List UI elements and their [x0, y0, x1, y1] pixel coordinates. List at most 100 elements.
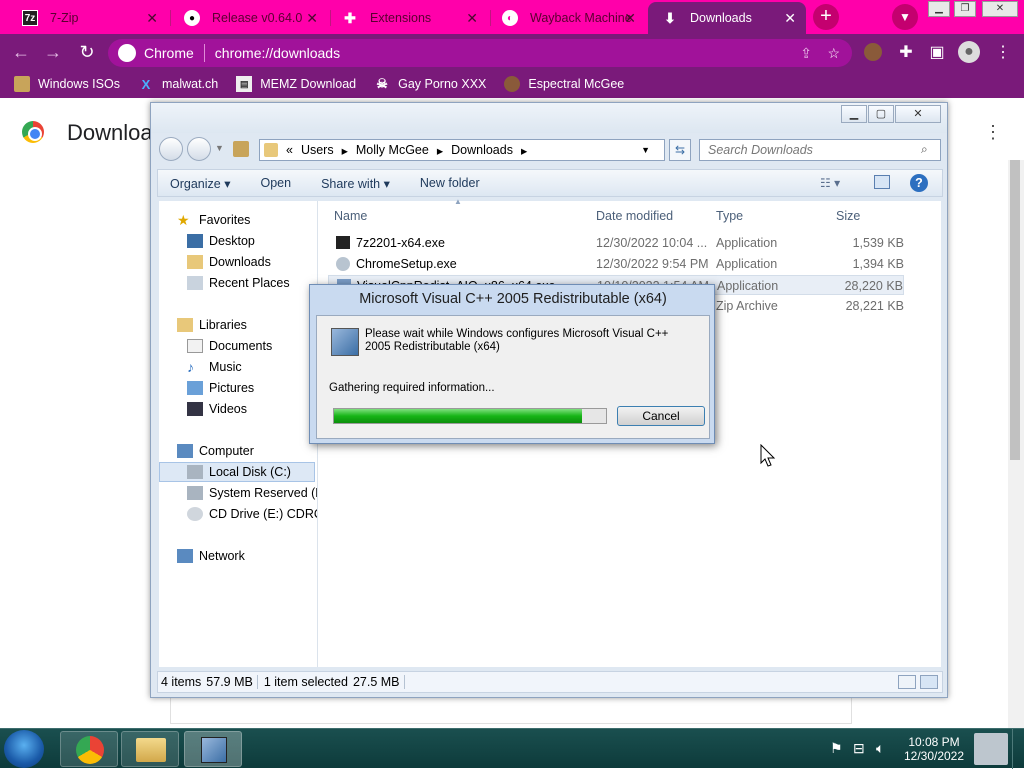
nav-libraries[interactable]: Libraries: [177, 318, 247, 332]
explorer-address-bar[interactable]: « Users ▸ Molly McGee ▸ Downloads ▸ ▼: [259, 139, 665, 161]
forward-icon[interactable]: →: [42, 42, 64, 63]
forward-button[interactable]: [187, 137, 211, 161]
scrollbar-thumb[interactable]: [1010, 160, 1020, 460]
nav-label: Music: [209, 360, 242, 374]
nav-cd-drive[interactable]: CD Drive (E:) CDROM: [187, 507, 334, 521]
nav-local-disk[interactable]: Local Disk (C:): [187, 465, 291, 479]
status-item-count: 4 items: [161, 675, 202, 689]
bookmark-star-icon[interactable]: ☆: [827, 45, 840, 62]
nav-system-reserved[interactable]: System Reserved (D:: [187, 486, 328, 500]
taskbar-explorer[interactable]: [121, 731, 179, 767]
action-center-flag-icon[interactable]: ⚑: [830, 740, 843, 757]
tab-extensions[interactable]: ✚ Extensions ✕: [328, 2, 488, 34]
share-icon[interactable]: ⇪: [800, 45, 812, 62]
tab-wayback[interactable]: ◐ Wayback Machine ✕: [488, 2, 646, 34]
search-input[interactable]: Search Downloads: [699, 139, 941, 161]
tab-7zip[interactable]: 7z 7-Zip ✕: [8, 2, 168, 34]
up-folder-icon[interactable]: [233, 141, 249, 157]
nav-computer[interactable]: Computer: [177, 444, 254, 458]
breadcrumb-molly[interactable]: Molly McGee: [356, 143, 429, 157]
open-button[interactable]: Open: [245, 176, 306, 190]
bookmark-windows-isos[interactable]: Windows ISOs: [14, 76, 120, 92]
folder-icon: [264, 143, 278, 157]
reload-icon[interactable]: ↻: [76, 42, 98, 63]
cancel-button[interactable]: Cancel: [617, 406, 705, 426]
breadcrumb-downloads[interactable]: Downloads: [451, 143, 513, 157]
nav-downloads[interactable]: Downloads: [187, 255, 271, 269]
help-icon[interactable]: ?: [910, 174, 928, 192]
user-avatar-icon[interactable]: [974, 733, 1008, 765]
restore-button[interactable]: ❐: [954, 1, 976, 17]
close-icon[interactable]: ✕: [784, 10, 796, 27]
new-folder-button[interactable]: New folder: [405, 176, 495, 190]
view-options-icon[interactable]: ☷ ▾: [820, 176, 840, 190]
breadcrumb-users[interactable]: Users: [301, 143, 334, 157]
close-icon[interactable]: ✕: [466, 10, 478, 27]
tab-search-button[interactable]: ▼: [892, 4, 918, 30]
minimize-button[interactable]: ▁: [841, 105, 867, 123]
bookmark-label: Gay Porno XXX: [398, 77, 487, 91]
column-date-modified[interactable]: Date modified: [596, 209, 673, 223]
maximize-button[interactable]: ▢: [868, 105, 894, 123]
close-window-button[interactable]: ✕: [982, 1, 1018, 17]
breadcrumb-overflow[interactable]: «: [286, 143, 293, 157]
show-desktop-button[interactable]: [1012, 729, 1024, 769]
organize-button[interactable]: Organize ▾: [158, 176, 245, 191]
taskbar-chrome[interactable]: [60, 731, 118, 767]
back-icon[interactable]: ←: [10, 42, 32, 63]
network-tray-icon[interactable]: ⊟: [853, 740, 865, 757]
bookmark-malwatch[interactable]: X malwat.ch: [138, 76, 219, 92]
file-row[interactable]: ChromeSetup.exe 12/30/2022 9:54 PM Appli…: [328, 254, 904, 274]
nav-pictures[interactable]: Pictures: [187, 381, 254, 395]
nav-videos[interactable]: Videos: [187, 402, 247, 416]
start-button[interactable]: [4, 730, 44, 768]
close-icon[interactable]: ✕: [306, 10, 318, 27]
address-bar[interactable]: Chrome chrome://downloads ⇪ ☆: [108, 39, 852, 67]
taskbar-installer[interactable]: [184, 731, 242, 767]
details-view-icon[interactable]: [898, 675, 916, 689]
nav-favorites[interactable]: ★ Favorites: [177, 213, 250, 227]
nav-label: Videos: [209, 402, 247, 416]
extension-avatar-icon[interactable]: [864, 43, 882, 61]
breadcrumb-separator-icon[interactable]: ▸: [521, 143, 527, 158]
minimize-button[interactable]: ▁: [928, 1, 950, 17]
side-panel-icon[interactable]: ▣: [926, 42, 948, 62]
search-icon[interactable]: ⌕: [921, 142, 928, 157]
nav-label: Local Disk (C:): [209, 465, 291, 479]
file-row[interactable]: 7z2201-x64.exe 12/30/2022 10:04 ... Appl…: [328, 233, 904, 253]
star-icon: ★: [177, 212, 190, 228]
nav-network[interactable]: Network: [177, 549, 245, 563]
nav-desktop[interactable]: Desktop: [187, 234, 255, 248]
breadcrumb-separator-icon[interactable]: ▸: [342, 143, 348, 158]
close-icon[interactable]: ✕: [146, 10, 158, 27]
bookmark-memz[interactable]: ▤ MEMZ Download: [236, 76, 356, 92]
share-with-button[interactable]: Share with ▾: [306, 176, 405, 191]
refresh-icon[interactable]: ⇆: [669, 139, 691, 161]
recent-pages-chevron-icon[interactable]: ▼: [215, 143, 224, 153]
page-menu-icon[interactable]: ⋮: [984, 122, 1002, 143]
extensions-puzzle-icon[interactable]: ✚: [895, 42, 917, 62]
column-name[interactable]: Name: [334, 209, 367, 223]
bookmark-espectral[interactable]: Espectral McGee: [504, 76, 624, 92]
nav-music[interactable]: ♪ Music: [187, 360, 242, 374]
close-window-button[interactable]: ✕: [895, 105, 941, 123]
close-icon[interactable]: ✕: [624, 10, 636, 27]
menu-kebab-icon[interactable]: ⋮: [992, 42, 1014, 62]
tab-downloads[interactable]: ⬇ Downloads ✕: [648, 2, 806, 34]
chevron-down-icon[interactable]: ▼: [641, 145, 650, 155]
volume-icon[interactable]: 🔈︎: [876, 740, 884, 757]
tiles-view-icon[interactable]: [920, 675, 938, 689]
preview-pane-icon[interactable]: [874, 175, 890, 189]
column-size[interactable]: Size: [836, 209, 860, 223]
bookmark-gay-porno[interactable]: ☠ Gay Porno XXX: [374, 76, 486, 92]
breadcrumb-separator-icon[interactable]: ▸: [437, 143, 443, 158]
nav-documents[interactable]: Documents: [187, 339, 272, 353]
tab-github[interactable]: ● Release v0.64.0 ✕: [170, 2, 328, 34]
clock[interactable]: 10:08 PM 12/30/2022: [896, 735, 972, 763]
new-tab-button[interactable]: +: [813, 4, 839, 30]
nav-recent-places[interactable]: Recent Places: [187, 276, 290, 290]
profile-icon[interactable]: ●: [958, 41, 980, 63]
back-button[interactable]: [159, 137, 183, 161]
column-type[interactable]: Type: [716, 209, 743, 223]
status-selected: 1 item selected: [263, 675, 348, 689]
